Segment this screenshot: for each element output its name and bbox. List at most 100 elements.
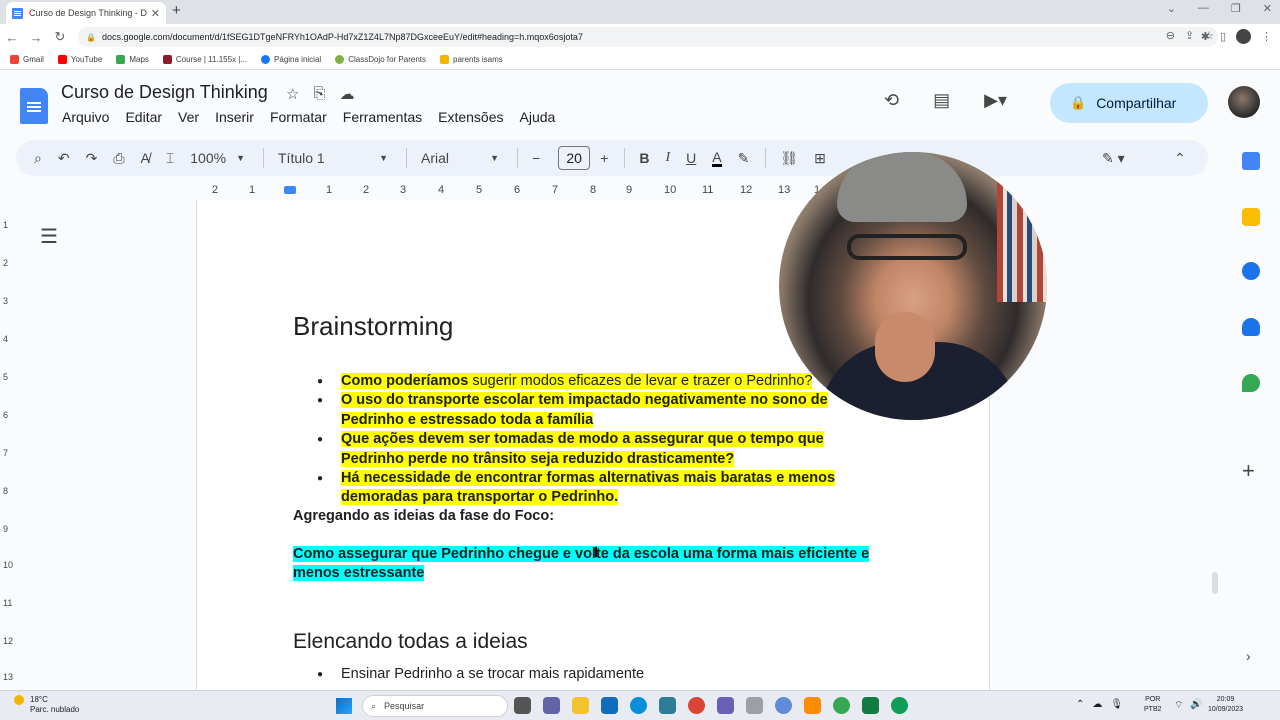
edit-mode-icon[interactable]: ✎ ▾ [1102,150,1125,167]
menu-ver[interactable]: Ver [178,109,199,125]
cloud-icon[interactable]: ☁ [1092,699,1102,710]
forward-icon[interactable]: → [24,30,48,45]
spellcheck-icon[interactable]: A̸ [141,150,150,166]
menu-formatar[interactable]: Formatar [270,109,327,125]
edge-icon[interactable] [630,697,647,714]
menu-ferramentas[interactable]: Ferramentas [343,109,422,125]
browser-tab[interactable]: Curso de Design Thinking - Doc ✕ [6,2,166,24]
new-tab-icon[interactable]: + [172,2,181,19]
tasks-icon[interactable] [1242,262,1260,280]
scrollbar-thumb[interactable] [1212,572,1218,594]
bookmark-course[interactable]: Course | 11.155x |... [162,55,247,64]
highlight-icon[interactable]: ✎ [738,150,750,167]
teams-icon[interactable] [543,697,560,714]
font-size-input[interactable]: 20 [558,146,591,170]
aggregate-label[interactable]: Agregando as ideias da fase do Foco: [293,507,893,526]
reload-icon[interactable]: ↻ [48,29,72,45]
weather-widget[interactable]: 18°C Parc. nublado [14,695,79,715]
list-item[interactable]: Que ações devem ser tomadas de modo a as… [293,430,853,469]
text-color-icon[interactable]: A [712,150,722,167]
collapse-toolbar-icon[interactable]: ⌃ [1174,150,1186,167]
menu-editar[interactable]: Editar [125,109,162,125]
calendar-icon[interactable] [1242,152,1260,170]
chevron-down-icon[interactable]: ⌄ [1167,2,1176,15]
extensions-icon[interactable]: ✱ [1201,30,1210,43]
chrome-icon[interactable] [688,697,705,714]
docs-logo-icon[interactable] [20,88,48,124]
back-icon[interactable]: ← [0,30,24,45]
decrease-font-icon[interactable]: − [532,150,540,166]
menu-arquivo[interactable]: Arquivo [62,109,109,125]
document-title[interactable]: Curso de Design Thinking [61,82,268,103]
volume-icon[interactable]: 🔊 [1190,699,1202,710]
bookmark-facebook[interactable]: Página inicial [261,55,321,64]
list-item[interactable]: O uso do transporte escolar tem impactad… [293,391,853,430]
increase-font-icon[interactable]: + [600,150,608,166]
file-explorer-icon[interactable] [572,697,589,714]
snipping-icon[interactable] [804,697,821,714]
search-icon[interactable]: ⌕ [34,150,42,167]
task-view-icon[interactable] [514,697,531,714]
redo-icon[interactable]: ↷ [86,150,98,167]
bookmark-youtube[interactable]: YouTube [57,55,102,64]
microphone-icon[interactable]: 🎙 [1110,699,1123,710]
network-icon[interactable]: ⌔ [1174,699,1183,712]
indent-marker[interactable] [284,186,296,194]
zoom-icon[interactable]: ⊖ [1166,29,1175,42]
list-item[interactable]: Como poderíamos sugerir modos eficazes d… [293,372,853,392]
app-icon[interactable] [746,697,763,714]
chevron-up-icon[interactable]: ⌃ [1076,699,1084,710]
close-window-icon[interactable]: ✕ [1263,2,1272,15]
add-comment-icon[interactable]: ⊞ [814,150,826,167]
excel-icon[interactable] [862,697,879,714]
comments-icon[interactable]: ▤ [933,90,950,111]
bookmark-maps[interactable]: Maps [116,55,149,64]
undo-icon[interactable]: ↶ [58,150,70,167]
list-item[interactable]: Há necessidade de encontrar formas alter… [293,469,853,508]
clock[interactable]: 20:09 10/09/2023 [1208,695,1243,715]
chevron-right-icon[interactable]: › [1246,648,1251,664]
heading-ideias[interactable]: Elencando todas a ideias [293,630,528,654]
document-outline-icon[interactable]: ☰ [40,224,58,249]
move-folder-icon[interactable]: ⎘ [313,85,325,103]
version-history-icon[interactable]: ⟲ [884,90,899,111]
sidebar-icon[interactable]: ▯ [1220,30,1226,43]
chrome-alt-icon[interactable] [891,697,908,714]
menu-extensoes[interactable]: Extensões [438,109,503,125]
r-icon[interactable] [775,697,792,714]
maps-icon[interactable] [1242,374,1260,392]
language-indicator[interactable]: POR PTB2 [1144,695,1162,715]
cloud-status-icon[interactable]: ☁ [339,85,354,103]
focus-sentence[interactable]: Como assegurar que Pedrinho chegue e vol… [293,545,893,584]
share-button[interactable]: 🔒 Compartilhar [1050,83,1208,123]
meet-icon[interactable]: ▶▾ [984,90,1007,111]
underline-icon[interactable]: U [686,150,696,166]
contacts-icon[interactable] [1242,318,1260,336]
close-tab-icon[interactable]: ✕ [151,7,160,20]
zoom-select[interactable]: 100% ▼ [190,150,245,166]
minimize-icon[interactable]: — [1198,2,1209,15]
font-select[interactable]: Arial ▼ [421,150,499,166]
arduino-icon[interactable] [659,697,676,714]
bookmark-classdojo[interactable]: ClassDojo for Parents [335,55,426,64]
keep-icon[interactable] [1242,208,1260,226]
link-icon[interactable]: ⛓ [780,150,798,167]
paint-format-icon[interactable]: ⌶ [166,150,174,167]
chrome-profile-icon[interactable] [833,697,850,714]
menu-inserir[interactable]: Inserir [215,109,254,125]
taskbar-search[interactable]: ⌕ Pesquisar [362,695,508,717]
italic-icon[interactable]: I [666,150,671,166]
bookmark-isams[interactable]: parents isams [440,55,503,64]
style-select[interactable]: Título 1 ▼ [278,150,388,166]
store-icon[interactable] [601,697,618,714]
star-icon[interactable]: ☆ [286,85,299,103]
avatar[interactable] [1228,86,1260,118]
share-page-icon[interactable]: ⇪ [1185,29,1194,42]
add-addon-icon[interactable]: + [1242,458,1255,484]
start-icon[interactable] [336,698,352,714]
menu-icon[interactable]: ⋮ [1261,30,1272,43]
menu-ajuda[interactable]: Ajuda [520,109,556,125]
maximize-icon[interactable]: ❐ [1231,2,1241,15]
bold-icon[interactable]: B [639,150,649,166]
print-icon[interactable]: ⎙ [113,150,124,167]
